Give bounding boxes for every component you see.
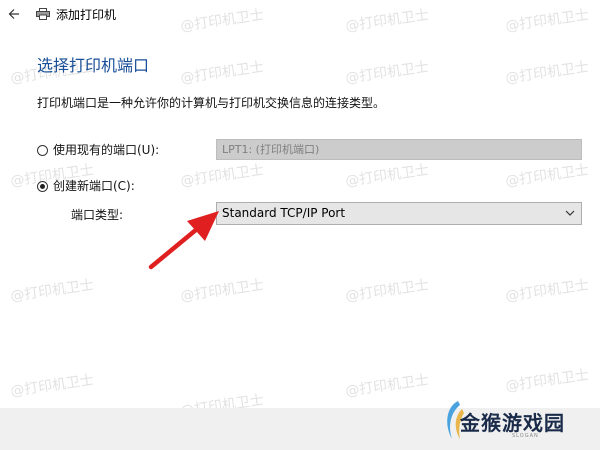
site-logo: 金猴游戏园 SLOGAN <box>442 395 592 447</box>
watermark: @打印机卫士 <box>344 59 430 87</box>
watermark: @打印机卫士 <box>179 162 265 190</box>
create-new-port-radio[interactable] <box>37 180 48 192</box>
watermark: @打印机卫士 <box>344 7 430 35</box>
page-description: 打印机端口是一种允许你的计算机与打印机交换信息的连接类型。 <box>37 96 386 110</box>
chevron-down-icon <box>565 210 575 216</box>
use-existing-port-label: 使用现有的端口(U): <box>53 143 160 157</box>
create-new-port-option[interactable]: 创建新端口(C): <box>37 178 135 194</box>
window-title: 添加打印机 <box>56 8 117 22</box>
watermark: @打印机卫士 <box>504 367 590 395</box>
watermark: @打印机卫士 <box>9 277 95 305</box>
printer-icon <box>36 8 50 20</box>
watermark: @打印机卫士 <box>344 162 430 190</box>
back-arrow-icon <box>8 9 19 19</box>
port-type-select[interactable]: Standard TCP/IP Port <box>216 202 582 225</box>
watermark: @打印机卫士 <box>504 59 590 87</box>
watermark: @打印机卫士 <box>504 162 590 190</box>
port-type-value: Standard TCP/IP Port <box>222 206 346 220</box>
page-heading: 选择打印机端口 <box>37 56 150 75</box>
logo-slogan: SLOGAN <box>512 433 539 439</box>
red-arrow-annotation <box>148 211 219 270</box>
use-existing-port-option[interactable]: 使用现有的端口(U): <box>37 142 159 158</box>
port-type-label: 端口类型: <box>71 208 124 222</box>
watermark: @打印机卫士 <box>9 372 95 400</box>
use-existing-port-radio[interactable] <box>37 144 48 156</box>
watermark: @打印机卫士 <box>504 277 590 305</box>
watermark: @打印机卫士 <box>344 372 430 400</box>
back-button[interactable] <box>6 6 22 22</box>
logo-text: 金猴游戏园 <box>460 411 565 435</box>
watermark: @打印机卫士 <box>344 277 430 305</box>
watermark: @打印机卫士 <box>504 7 590 35</box>
watermark: @打印机卫士 <box>179 277 265 305</box>
create-new-port-label: 创建新端口(C): <box>53 179 135 193</box>
radio-selected-dot <box>40 183 45 189</box>
watermark: @打印机卫士 <box>179 59 265 87</box>
watermark: @打印机卫士 <box>179 7 265 35</box>
existing-port-select: LPT1: (打印机端口) <box>216 139 582 160</box>
add-printer-window: @打印机卫士 @打印机卫士 @打印机卫士 @打印机卫士 @打印机卫士 @打印机卫… <box>0 0 600 450</box>
